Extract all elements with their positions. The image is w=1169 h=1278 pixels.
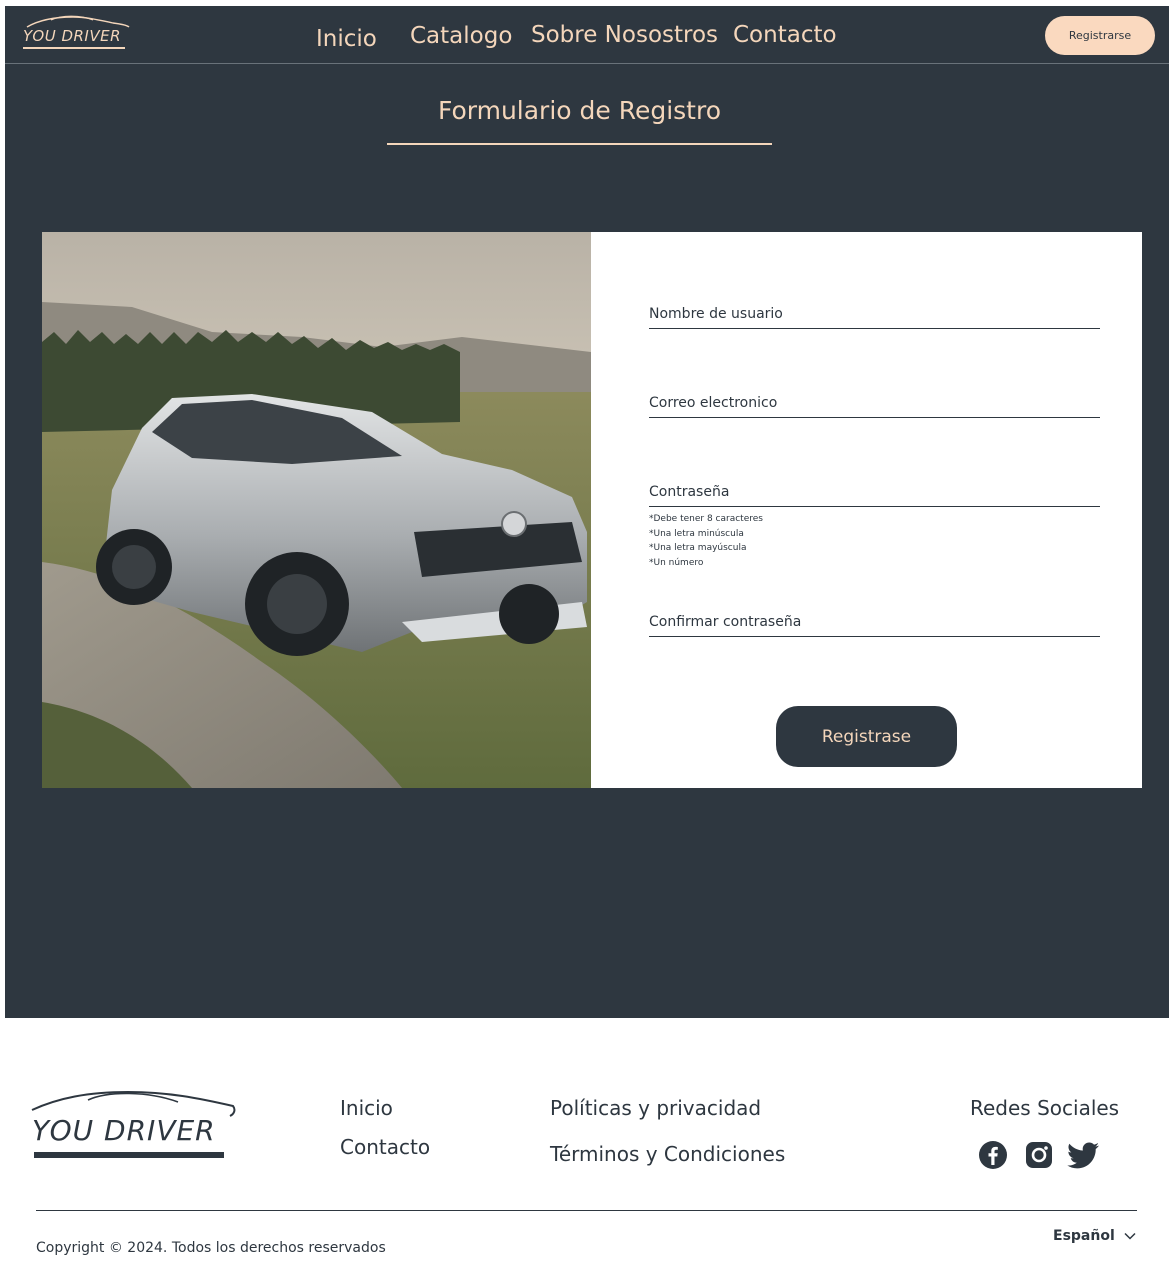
top-navbar: YOU DRIVER Inicio Catalogo Sobre Nosostr… bbox=[5, 6, 1169, 64]
password-field[interactable]: Contraseña bbox=[649, 483, 1100, 507]
email-label: Correo electronico bbox=[649, 395, 778, 411]
password-hint: *Una letra minúscula bbox=[649, 528, 744, 539]
social-title: Redes Sociales bbox=[970, 1096, 1120, 1120]
password-hint: *Un número bbox=[649, 557, 704, 568]
footer-link-inicio[interactable]: Inicio bbox=[340, 1096, 393, 1120]
password-hint: *Debe tener 8 caracteres bbox=[649, 514, 763, 524]
page-title: Formulario de Registro bbox=[437, 96, 722, 125]
password-label: Contraseña bbox=[649, 484, 730, 500]
footer-divider bbox=[36, 1210, 1137, 1211]
nav-item-catalogo[interactable]: Catalogo bbox=[410, 23, 512, 49]
email-field[interactable]: Correo electronico bbox=[649, 394, 1100, 418]
chevron-down-icon bbox=[1124, 1232, 1136, 1240]
confirm-password-label: Confirmar contraseña bbox=[649, 614, 802, 630]
language-label: Español bbox=[1053, 1228, 1115, 1244]
nav-item-contacto[interactable]: Contacto bbox=[733, 22, 837, 48]
suv-photo bbox=[42, 232, 591, 788]
password-hints: *Debe tener 8 caracteres *Una letra minú… bbox=[649, 512, 763, 570]
footer-link-terminos[interactable]: Términos y Condiciones bbox=[550, 1142, 785, 1166]
username-label: Nombre de usuario bbox=[649, 306, 783, 322]
footer-link-politicas[interactable]: Políticas y privacidad bbox=[550, 1096, 761, 1120]
registration-form: Nombre de usuario Correo electronico Con… bbox=[591, 232, 1142, 788]
footer-link-contacto[interactable]: Contacto bbox=[340, 1135, 430, 1159]
copyright-text: Copyright © 2024. Todos los derechos res… bbox=[36, 1240, 386, 1256]
confirm-password-field[interactable]: Confirmar contraseña bbox=[649, 613, 1100, 637]
main-nav: Inicio Catalogo Sobre Nosostros Contacto bbox=[5, 20, 1169, 52]
username-field[interactable]: Nombre de usuario bbox=[649, 305, 1100, 329]
language-selector[interactable]: Español bbox=[1053, 1228, 1136, 1244]
nav-item-sobre-nosotros[interactable]: Sobre Nosostros bbox=[531, 22, 718, 48]
footer-brand-logo[interactable]: YOU DRIVER bbox=[28, 1088, 238, 1166]
nav-item-inicio[interactable]: Inicio bbox=[316, 26, 377, 52]
facebook-icon[interactable] bbox=[978, 1140, 1008, 1170]
password-hint: *Una letra mayúscula bbox=[649, 543, 747, 553]
register-button[interactable]: Registrarse bbox=[1045, 16, 1155, 55]
twitter-icon[interactable] bbox=[1066, 1140, 1100, 1170]
instagram-icon[interactable] bbox=[1024, 1140, 1054, 1170]
title-divider bbox=[387, 143, 772, 145]
submit-button[interactable]: Registrase bbox=[776, 706, 957, 767]
suv-illustration bbox=[42, 232, 591, 788]
footer-brand-logo-text: YOU DRIVER bbox=[32, 1114, 216, 1147]
